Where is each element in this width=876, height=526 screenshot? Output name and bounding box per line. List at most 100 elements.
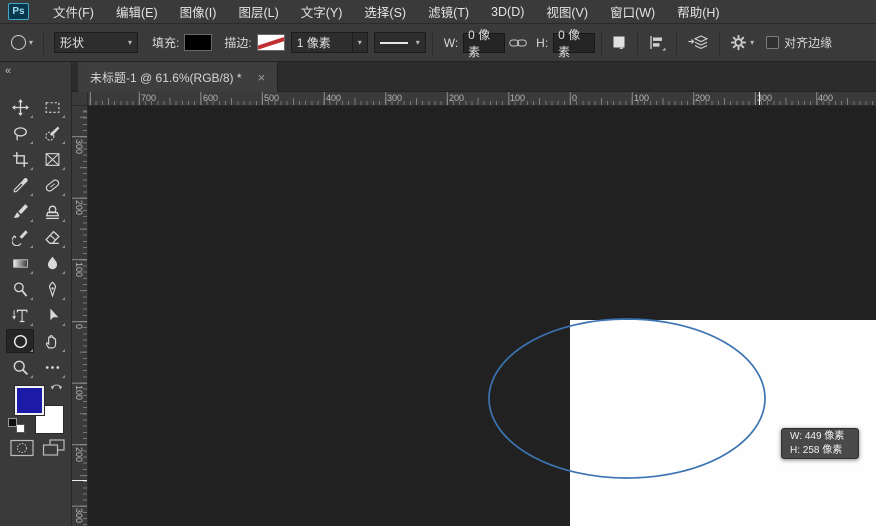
quick-selection-tool[interactable] xyxy=(38,121,66,145)
menu-filter[interactable]: 滤镜(T) xyxy=(417,0,480,23)
swap-colors-button[interactable] xyxy=(49,380,64,392)
chevron-down-icon: ▾ xyxy=(416,38,420,47)
gradient-tool[interactable] xyxy=(6,251,34,275)
menu-window[interactable]: 窗口(W) xyxy=(599,0,666,23)
blur-tool[interactable] xyxy=(38,251,66,275)
fill-color-swatch[interactable] xyxy=(184,34,212,51)
shape-height-input[interactable]: 0 像素 xyxy=(553,33,595,53)
ruler-label: 100 xyxy=(510,93,525,103)
gear-icon xyxy=(730,34,747,51)
menu-file[interactable]: 文件(F) xyxy=(42,0,105,23)
path-operations-button[interactable] xyxy=(608,33,631,53)
no-color-slash-icon xyxy=(257,36,285,50)
separator xyxy=(637,31,638,55)
quick-mask-button[interactable] xyxy=(10,438,35,458)
ellipse-icon xyxy=(12,333,29,350)
separator xyxy=(676,31,677,55)
hand-icon xyxy=(44,333,61,350)
ruler-label: 100 xyxy=(74,385,84,400)
menu-edit[interactable]: 编辑(E) xyxy=(105,0,169,23)
chevron-down-icon: ▾ xyxy=(29,38,33,47)
shape-settings-button[interactable]: ▾ xyxy=(726,32,758,53)
crop-icon xyxy=(12,151,29,168)
hand-tool[interactable] xyxy=(38,329,66,353)
shape-width-input[interactable]: 0 像素 xyxy=(463,33,505,53)
collapse-panel-icon[interactable]: « xyxy=(5,65,10,77)
chevron-down-icon: ▾ xyxy=(358,38,362,47)
crop-tool[interactable] xyxy=(6,147,34,171)
eyedropper-tool[interactable] xyxy=(6,173,34,197)
rectangular-marquee-tool[interactable] xyxy=(38,95,66,119)
tool-preset-picker[interactable]: ▾ xyxy=(7,35,37,50)
ruler-label: 400 xyxy=(326,93,341,103)
dodge-icon xyxy=(12,281,29,298)
move-tool[interactable] xyxy=(6,95,34,119)
ellipse-tool-icon xyxy=(11,35,26,50)
path-arrangement-button[interactable] xyxy=(683,33,713,53)
ruler-label: 200 xyxy=(74,447,84,462)
close-tab-icon[interactable]: × xyxy=(258,70,266,85)
default-foreground-icon xyxy=(8,418,17,427)
spot-healing-brush-tool[interactable] xyxy=(38,173,66,197)
cursor-position-marker xyxy=(72,480,87,481)
menu-image[interactable]: 图像(I) xyxy=(169,0,228,23)
ellipse-shape-preview xyxy=(88,106,876,526)
separator xyxy=(43,31,44,55)
ruler-origin-box[interactable] xyxy=(72,92,88,106)
height-label: H: xyxy=(536,36,548,50)
shape-mode-select[interactable]: 形状 ▾ xyxy=(54,32,138,53)
tooltip-height-line: H: 258 像素 xyxy=(790,444,858,458)
zoom-tool[interactable] xyxy=(6,355,34,379)
stroke-type-select[interactable]: ▾ xyxy=(374,32,426,53)
horizontal-type-tool[interactable] xyxy=(6,303,34,327)
document-tab-bar: 未标题-1 @ 61.6%(RGB/8) * × xyxy=(72,62,876,92)
history-brush-tool[interactable] xyxy=(6,225,34,249)
foreground-color-swatch[interactable] xyxy=(15,386,44,415)
ruler-label: 0 xyxy=(572,93,577,103)
screen-mode-icon xyxy=(42,438,66,458)
chain-link-icon xyxy=(509,37,527,49)
swap-arrows-icon xyxy=(49,380,64,392)
align-edges-checkbox[interactable] xyxy=(766,36,779,49)
default-colors-button[interactable] xyxy=(8,418,25,433)
brush-tool[interactable] xyxy=(6,199,34,223)
stroke-color-swatch[interactable] xyxy=(257,34,285,51)
vertical-ruler[interactable]: 300 200 100 0 100 200 300 xyxy=(72,106,88,526)
frame-tool[interactable] xyxy=(38,147,66,171)
pen-nib-icon xyxy=(44,281,61,298)
stroke-width-dropdown-button[interactable]: ▾ xyxy=(353,32,368,53)
quick-selection-icon xyxy=(44,125,61,142)
path-selection-tool[interactable] xyxy=(38,303,66,327)
cursor-position-marker xyxy=(759,92,760,105)
document-tab[interactable]: 未标题-1 @ 61.6%(RGB/8) * × xyxy=(78,62,278,92)
shape-height-value: 0 像素 xyxy=(558,26,590,60)
tools-panel: « xyxy=(0,62,72,526)
screen-mode-button[interactable] xyxy=(42,438,66,458)
dodge-tool[interactable] xyxy=(6,277,34,301)
tab-title: 未标题-1 @ 61.6%(RGB/8) * xyxy=(90,69,242,86)
link-dimensions-button[interactable] xyxy=(505,35,531,51)
canvas-area[interactable]: W: 449 像素 H: 258 像素 xyxy=(88,106,876,526)
menu-view[interactable]: 视图(V) xyxy=(535,0,599,23)
selection-arrow-icon xyxy=(44,307,61,324)
tool-grid xyxy=(4,94,68,380)
clone-stamp-tool[interactable] xyxy=(38,199,66,223)
stroke-width-input[interactable]: 1 像素 xyxy=(291,32,353,53)
ruler-label: 600 xyxy=(203,93,218,103)
lasso-tool[interactable] xyxy=(6,121,34,145)
menu-layer[interactable]: 图层(L) xyxy=(227,0,289,23)
ruler-label: 100 xyxy=(74,262,84,277)
menu-type[interactable]: 文字(Y) xyxy=(290,0,354,23)
horizontal-ruler[interactable]: 700 600 500 400 300 200 100 0 100 200 30… xyxy=(88,92,876,106)
pen-tool[interactable] xyxy=(38,277,66,301)
eraser-tool[interactable] xyxy=(38,225,66,249)
edit-toolbar-button[interactable] xyxy=(38,355,66,379)
ruler-label: 0 xyxy=(74,324,84,329)
menu-help[interactable]: 帮助(H) xyxy=(666,0,730,23)
magnifier-icon xyxy=(12,359,29,376)
menu-select[interactable]: 选择(S) xyxy=(353,0,417,23)
path-alignment-button[interactable] xyxy=(644,33,670,53)
ellipse-tool[interactable] xyxy=(6,329,34,353)
ruler-label: 400 xyxy=(818,93,833,103)
menu-3d[interactable]: 3D(D) xyxy=(480,0,535,23)
